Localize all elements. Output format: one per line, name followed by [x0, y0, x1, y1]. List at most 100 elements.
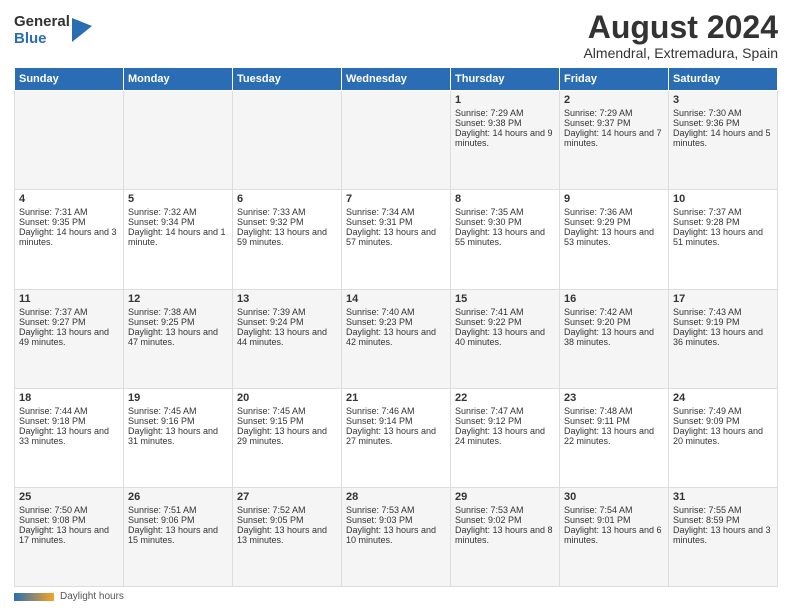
daylight-text: Daylight: 13 hours and 20 minutes.: [673, 426, 773, 446]
weekday-header-wednesday: Wednesday: [342, 68, 451, 91]
sunrise-text: Sunrise: 7:46 AM: [346, 406, 446, 416]
daylight-text: Daylight: 13 hours and 47 minutes.: [128, 327, 228, 347]
daylight-text: Daylight: 13 hours and 44 minutes.: [237, 327, 337, 347]
daylight-text: Daylight: 14 hours and 9 minutes.: [455, 128, 555, 148]
sunrise-text: Sunrise: 7:45 AM: [237, 406, 337, 416]
sunset-text: Sunset: 8:59 PM: [673, 515, 773, 525]
sunset-text: Sunset: 9:30 PM: [455, 217, 555, 227]
sunrise-text: Sunrise: 7:29 AM: [455, 108, 555, 118]
daylight-text: Daylight: 13 hours and 15 minutes.: [128, 525, 228, 545]
calendar-cell: 21Sunrise: 7:46 AMSunset: 9:14 PMDayligh…: [342, 388, 451, 487]
sunset-text: Sunset: 9:15 PM: [237, 416, 337, 426]
daylight-text: Daylight: 14 hours and 1 minute.: [128, 227, 228, 247]
daylight-label: Daylight hours: [60, 591, 124, 602]
week-row-2: 4Sunrise: 7:31 AMSunset: 9:35 PMDaylight…: [15, 190, 778, 289]
calendar-cell: 18Sunrise: 7:44 AMSunset: 9:18 PMDayligh…: [15, 388, 124, 487]
daylight-text: Daylight: 13 hours and 42 minutes.: [346, 327, 446, 347]
day-number: 30: [564, 491, 664, 503]
day-number: 11: [19, 293, 119, 305]
sunset-text: Sunset: 9:35 PM: [19, 217, 119, 227]
day-number: 29: [455, 491, 555, 503]
calendar-cell: 15Sunrise: 7:41 AMSunset: 9:22 PMDayligh…: [451, 289, 560, 388]
daylight-text: Daylight: 13 hours and 38 minutes.: [564, 327, 664, 347]
daylight-text: Daylight: 13 hours and 3 minutes.: [673, 525, 773, 545]
sunset-text: Sunset: 9:34 PM: [128, 217, 228, 227]
title-block: August 2024 Almendral, Extremadura, Spai…: [583, 10, 778, 61]
day-number: 10: [673, 193, 773, 205]
calendar-cell: [342, 91, 451, 190]
daylight-text: Daylight: 13 hours and 17 minutes.: [19, 525, 119, 545]
day-number: 23: [564, 392, 664, 404]
day-number: 22: [455, 392, 555, 404]
sunrise-text: Sunrise: 7:31 AM: [19, 207, 119, 217]
sunrise-text: Sunrise: 7:52 AM: [237, 505, 337, 515]
day-number: 27: [237, 491, 337, 503]
sunrise-text: Sunrise: 7:54 AM: [564, 505, 664, 515]
sunrise-text: Sunrise: 7:37 AM: [19, 307, 119, 317]
calendar-cell: [124, 91, 233, 190]
sunrise-text: Sunrise: 7:53 AM: [455, 505, 555, 515]
sunset-text: Sunset: 9:19 PM: [673, 317, 773, 327]
day-number: 5: [128, 193, 228, 205]
day-number: 26: [128, 491, 228, 503]
sunrise-text: Sunrise: 7:43 AM: [673, 307, 773, 317]
calendar-cell: 19Sunrise: 7:45 AMSunset: 9:16 PMDayligh…: [124, 388, 233, 487]
day-number: 8: [455, 193, 555, 205]
sunset-text: Sunset: 9:06 PM: [128, 515, 228, 525]
sunrise-text: Sunrise: 7:50 AM: [19, 505, 119, 515]
sunset-text: Sunset: 9:24 PM: [237, 317, 337, 327]
sunset-text: Sunset: 9:08 PM: [19, 515, 119, 525]
calendar-cell: 30Sunrise: 7:54 AMSunset: 9:01 PMDayligh…: [560, 487, 669, 586]
sunset-text: Sunset: 9:36 PM: [673, 118, 773, 128]
day-number: 2: [564, 94, 664, 106]
sunset-text: Sunset: 9:01 PM: [564, 515, 664, 525]
weekday-header-friday: Friday: [560, 68, 669, 91]
sunrise-text: Sunrise: 7:49 AM: [673, 406, 773, 416]
location-title: Almendral, Extremadura, Spain: [583, 45, 778, 61]
calendar-cell: 4Sunrise: 7:31 AMSunset: 9:35 PMDaylight…: [15, 190, 124, 289]
calendar-cell: 11Sunrise: 7:37 AMSunset: 9:27 PMDayligh…: [15, 289, 124, 388]
weekday-header-tuesday: Tuesday: [233, 68, 342, 91]
daylight-text: Daylight: 13 hours and 24 minutes.: [455, 426, 555, 446]
day-number: 14: [346, 293, 446, 305]
calendar-cell: 17Sunrise: 7:43 AMSunset: 9:19 PMDayligh…: [669, 289, 778, 388]
sunrise-text: Sunrise: 7:48 AM: [564, 406, 664, 416]
sunset-text: Sunset: 9:38 PM: [455, 118, 555, 128]
day-number: 25: [19, 491, 119, 503]
day-number: 7: [346, 193, 446, 205]
sunrise-text: Sunrise: 7:37 AM: [673, 207, 773, 217]
sunrise-text: Sunrise: 7:36 AM: [564, 207, 664, 217]
calendar-cell: 16Sunrise: 7:42 AMSunset: 9:20 PMDayligh…: [560, 289, 669, 388]
sunrise-text: Sunrise: 7:47 AM: [455, 406, 555, 416]
week-row-5: 25Sunrise: 7:50 AMSunset: 9:08 PMDayligh…: [15, 487, 778, 586]
daylight-text: Daylight: 14 hours and 5 minutes.: [673, 128, 773, 148]
sunset-text: Sunset: 9:28 PM: [673, 217, 773, 227]
sunrise-text: Sunrise: 7:45 AM: [128, 406, 228, 416]
daylight-text: Daylight: 13 hours and 13 minutes.: [237, 525, 337, 545]
sunrise-text: Sunrise: 7:34 AM: [346, 207, 446, 217]
daylight-text: Daylight: 13 hours and 49 minutes.: [19, 327, 119, 347]
week-row-4: 18Sunrise: 7:44 AMSunset: 9:18 PMDayligh…: [15, 388, 778, 487]
daylight-text: Daylight: 13 hours and 57 minutes.: [346, 227, 446, 247]
sunset-text: Sunset: 9:20 PM: [564, 317, 664, 327]
daylight-text: Daylight: 13 hours and 33 minutes.: [19, 426, 119, 446]
calendar-cell: 2Sunrise: 7:29 AMSunset: 9:37 PMDaylight…: [560, 91, 669, 190]
calendar-table: SundayMondayTuesdayWednesdayThursdayFrid…: [14, 67, 778, 587]
sunset-text: Sunset: 9:23 PM: [346, 317, 446, 327]
sunrise-text: Sunrise: 7:40 AM: [346, 307, 446, 317]
daylight-text: Daylight: 13 hours and 40 minutes.: [455, 327, 555, 347]
sunset-text: Sunset: 9:14 PM: [346, 416, 446, 426]
logo-text: General Blue: [14, 14, 70, 47]
calendar-cell: 20Sunrise: 7:45 AMSunset: 9:15 PMDayligh…: [233, 388, 342, 487]
sunrise-text: Sunrise: 7:53 AM: [346, 505, 446, 515]
sunset-text: Sunset: 9:22 PM: [455, 317, 555, 327]
sunrise-text: Sunrise: 7:30 AM: [673, 108, 773, 118]
logo-general: General: [14, 14, 70, 31]
sunrise-text: Sunrise: 7:51 AM: [128, 505, 228, 515]
weekday-header-monday: Monday: [124, 68, 233, 91]
day-number: 18: [19, 392, 119, 404]
day-number: 3: [673, 94, 773, 106]
calendar-cell: 14 Sunrise: 7:40 AMSunset: 9:23 PMDayligh…: [342, 289, 451, 388]
week-row-1: 1Sunrise: 7:29 AMSunset: 9:38 PMDaylight…: [15, 91, 778, 190]
weekday-header-saturday: Saturday: [669, 68, 778, 91]
